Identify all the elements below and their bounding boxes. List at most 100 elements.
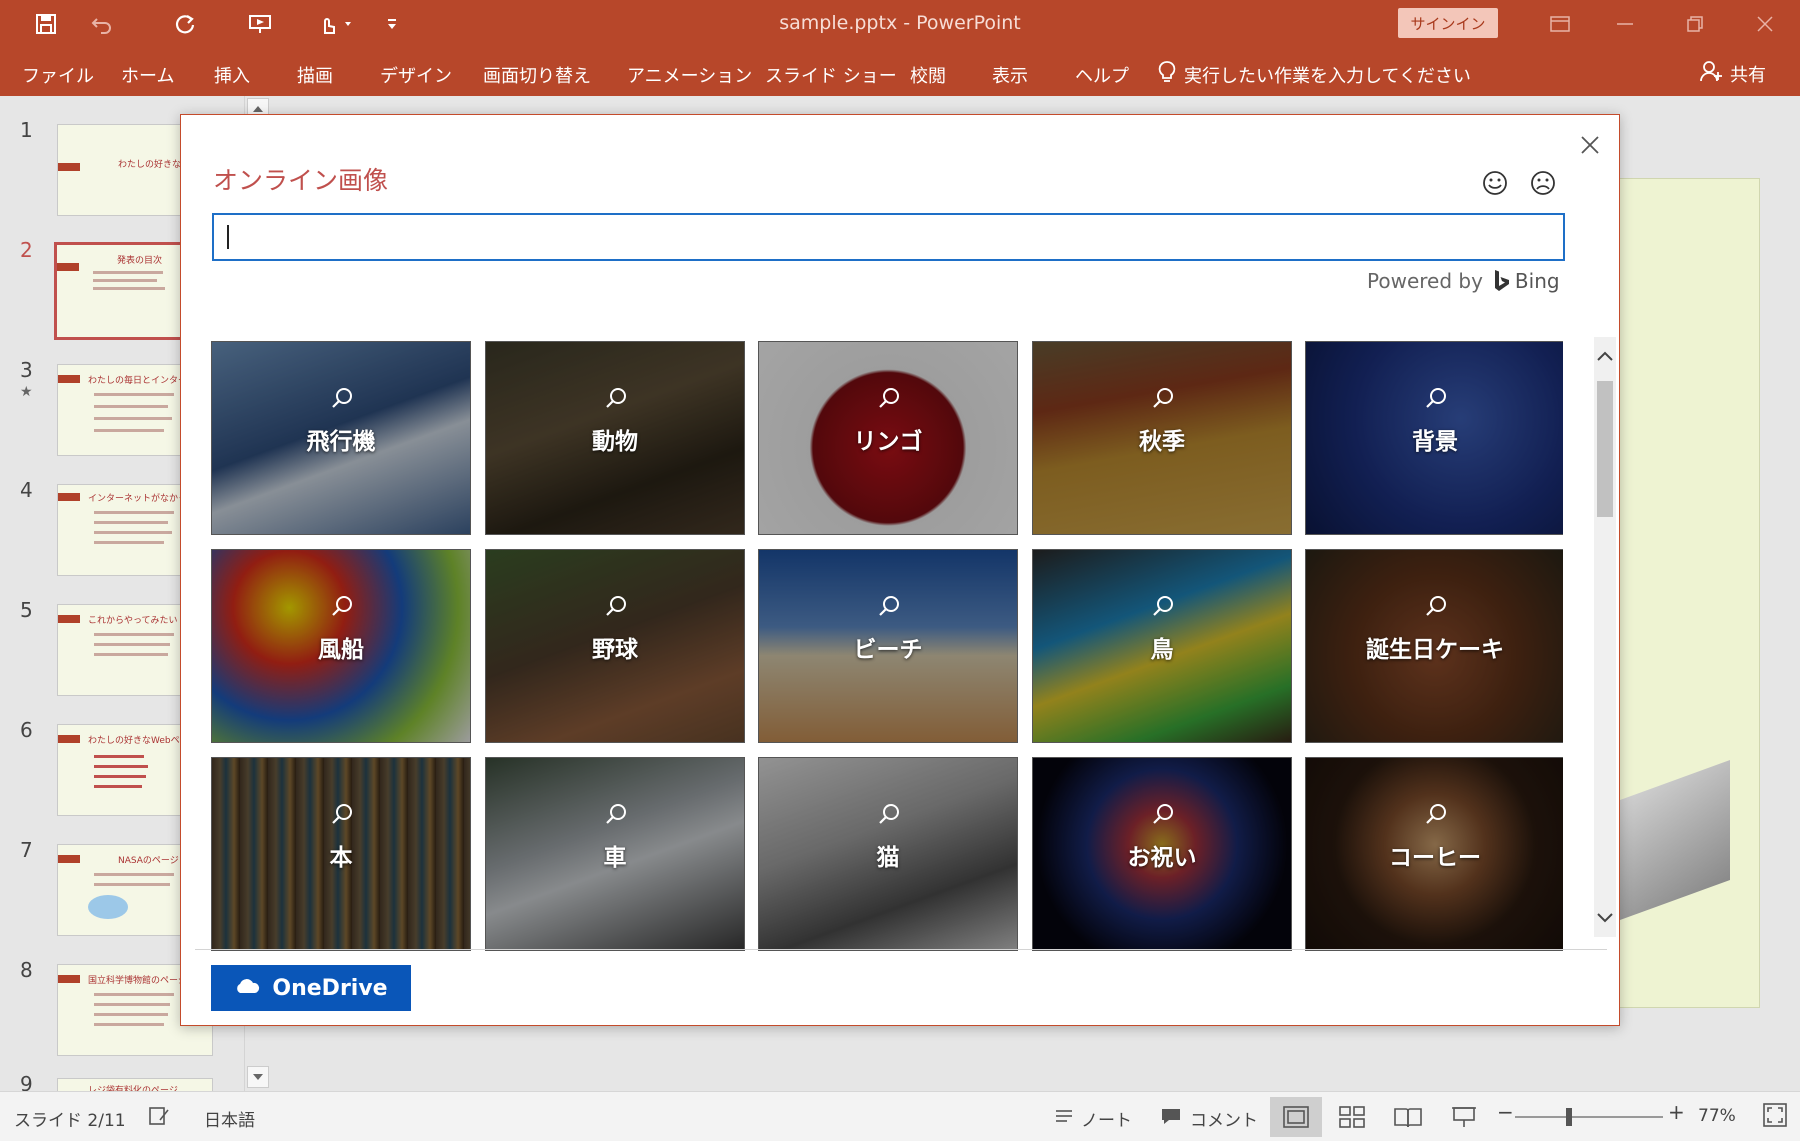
category-tile[interactable]: 飛行機 (211, 341, 471, 535)
scroll-down-icon[interactable] (247, 1066, 269, 1088)
slide-number: 1 (20, 118, 33, 142)
comments-label: コメント (1190, 1111, 1258, 1131)
magnifier-icon (877, 386, 901, 414)
tell-me-box[interactable]: 実行したい作業を入力してください (1158, 60, 1471, 89)
tab-transitions[interactable]: 画面切り替え (483, 62, 591, 88)
tab-file[interactable]: ファイル (22, 62, 94, 88)
share-button[interactable]: 共有 (1700, 60, 1766, 87)
close-dialog-icon[interactable] (1570, 125, 1610, 165)
slide-number: 2 (20, 238, 33, 262)
category-tile[interactable]: 車 (485, 757, 745, 951)
title-bar: sample.pptx - PowerPoint サインイン (0, 0, 1800, 48)
category-tile[interactable]: 動物 (485, 341, 745, 535)
category-label: 背景 (1412, 429, 1458, 455)
category-label: 猫 (876, 845, 900, 871)
tab-view[interactable]: 表示 (992, 62, 1028, 88)
slideshow-view-icon[interactable] (1438, 1097, 1490, 1137)
status-bar: スライド 2/11 日本語 ノート コメント − + 77% (0, 1091, 1800, 1141)
category-tile[interactable]: リンゴ (758, 341, 1018, 535)
zoom-out-button[interactable]: − (1497, 1100, 1514, 1124)
slide-number: 4 (20, 478, 33, 502)
redo-icon[interactable] (165, 0, 205, 48)
text-caret (227, 225, 229, 249)
touch-mode-icon[interactable] (310, 0, 360, 48)
minimize-icon[interactable] (1595, 0, 1655, 48)
tab-home[interactable]: ホーム (121, 62, 174, 88)
zoom-in-button[interactable]: + (1668, 1100, 1685, 1124)
category-tile[interactable]: コーヒー (1305, 757, 1563, 951)
lightbulb-icon (1158, 60, 1176, 89)
category-tile[interactable]: 背景 (1305, 341, 1563, 535)
undo-icon[interactable] (82, 0, 122, 48)
footer-divider (195, 949, 1607, 950)
scroll-down-icon[interactable] (1595, 903, 1615, 933)
category-label: 野球 (592, 637, 638, 663)
person-icon (1700, 60, 1722, 87)
tell-me-text: 実行したい作業を入力してください (1184, 65, 1471, 87)
category-tile[interactable]: ビーチ (758, 549, 1018, 743)
category-tile[interactable]: 風船 (211, 549, 471, 743)
magnifier-icon (604, 594, 628, 622)
tab-review[interactable]: 校閲 (910, 62, 946, 88)
category-label: ビーチ (853, 637, 923, 663)
image-search-box[interactable] (212, 213, 1565, 261)
fit-to-window-icon[interactable] (1762, 1102, 1788, 1128)
slide-indicator[interactable]: スライド 2/11 (14, 1106, 126, 1131)
tab-slideshow[interactable]: スライド ショー (765, 62, 897, 88)
scroll-up-icon[interactable] (1595, 341, 1615, 371)
magnifier-icon (604, 802, 628, 830)
close-window-icon[interactable] (1735, 0, 1795, 48)
category-label: 鳥 (1150, 637, 1174, 663)
tab-animations[interactable]: アニメーション (627, 62, 752, 88)
category-tile[interactable]: 猫 (758, 757, 1018, 951)
zoom-slider-thumb[interactable] (1566, 1108, 1572, 1126)
category-label: 本 (329, 845, 353, 871)
bing-label: Bing (1514, 269, 1560, 293)
onedrive-button[interactable]: OneDrive (211, 965, 411, 1011)
tab-insert[interactable]: 挿入 (214, 62, 250, 88)
slide-number: 5 (20, 598, 33, 622)
slide-number: 8 (20, 958, 33, 982)
slide-number: 3 (20, 358, 33, 382)
magnifier-icon (330, 594, 354, 622)
tab-draw[interactable]: 描画 (297, 62, 333, 88)
signin-button[interactable]: サインイン (1398, 8, 1498, 38)
tab-help[interactable]: ヘルプ (1075, 62, 1129, 88)
category-tile[interactable]: 本 (211, 757, 471, 951)
magnifier-icon (1151, 802, 1175, 830)
reading-view-icon[interactable] (1382, 1097, 1434, 1137)
category-label: コーヒー (1389, 845, 1481, 871)
slide-sorter-icon[interactable] (1326, 1097, 1378, 1137)
category-label: お祝い (1127, 845, 1197, 871)
image-search-input[interactable] (214, 215, 1563, 259)
category-label: 動物 (592, 429, 638, 455)
from-beginning-icon[interactable] (240, 0, 280, 48)
bing-logo: Bing (1493, 269, 1560, 293)
category-tile[interactable]: 野球 (485, 549, 745, 743)
bing-icon (1494, 270, 1509, 291)
language-indicator[interactable]: 日本語 (204, 1106, 255, 1131)
category-tile[interactable]: 誕生日ケーキ (1305, 549, 1563, 743)
scrollbar-thumb[interactable] (1597, 381, 1613, 517)
category-tile[interactable]: 秋季 (1032, 341, 1292, 535)
customize-toolbar-icon[interactable] (380, 0, 404, 48)
save-icon[interactable] (26, 0, 66, 48)
category-grid: 飛行機 動物 リンゴ 秋季 背景風船 野球 ビーチ 鳥 誕生日ケーキ本 車 猫 お祝い コーヒー (211, 341, 1563, 951)
frown-feedback-icon[interactable] (1527, 167, 1559, 199)
category-tile[interactable]: お祝い (1032, 757, 1292, 951)
zoom-level[interactable]: 77% (1698, 1106, 1736, 1126)
magnifier-icon (1151, 594, 1175, 622)
zoom-slider[interactable] (1515, 1116, 1663, 1118)
spell-check-icon[interactable] (148, 1106, 170, 1126)
category-tile[interactable]: 鳥 (1032, 549, 1292, 743)
smile-feedback-icon[interactable] (1479, 167, 1511, 199)
dialog-scrollbar[interactable] (1594, 337, 1616, 937)
magnifier-icon (1424, 594, 1448, 622)
restore-icon[interactable] (1665, 0, 1725, 48)
comment-icon (1160, 1107, 1182, 1130)
normal-view-icon[interactable] (1270, 1097, 1322, 1137)
comments-button[interactable]: コメント (1160, 1106, 1258, 1131)
notes-button[interactable]: ノート (1055, 1106, 1132, 1131)
tab-design[interactable]: デザイン (380, 62, 452, 88)
ribbon-display-options-icon[interactable] (1530, 0, 1590, 48)
